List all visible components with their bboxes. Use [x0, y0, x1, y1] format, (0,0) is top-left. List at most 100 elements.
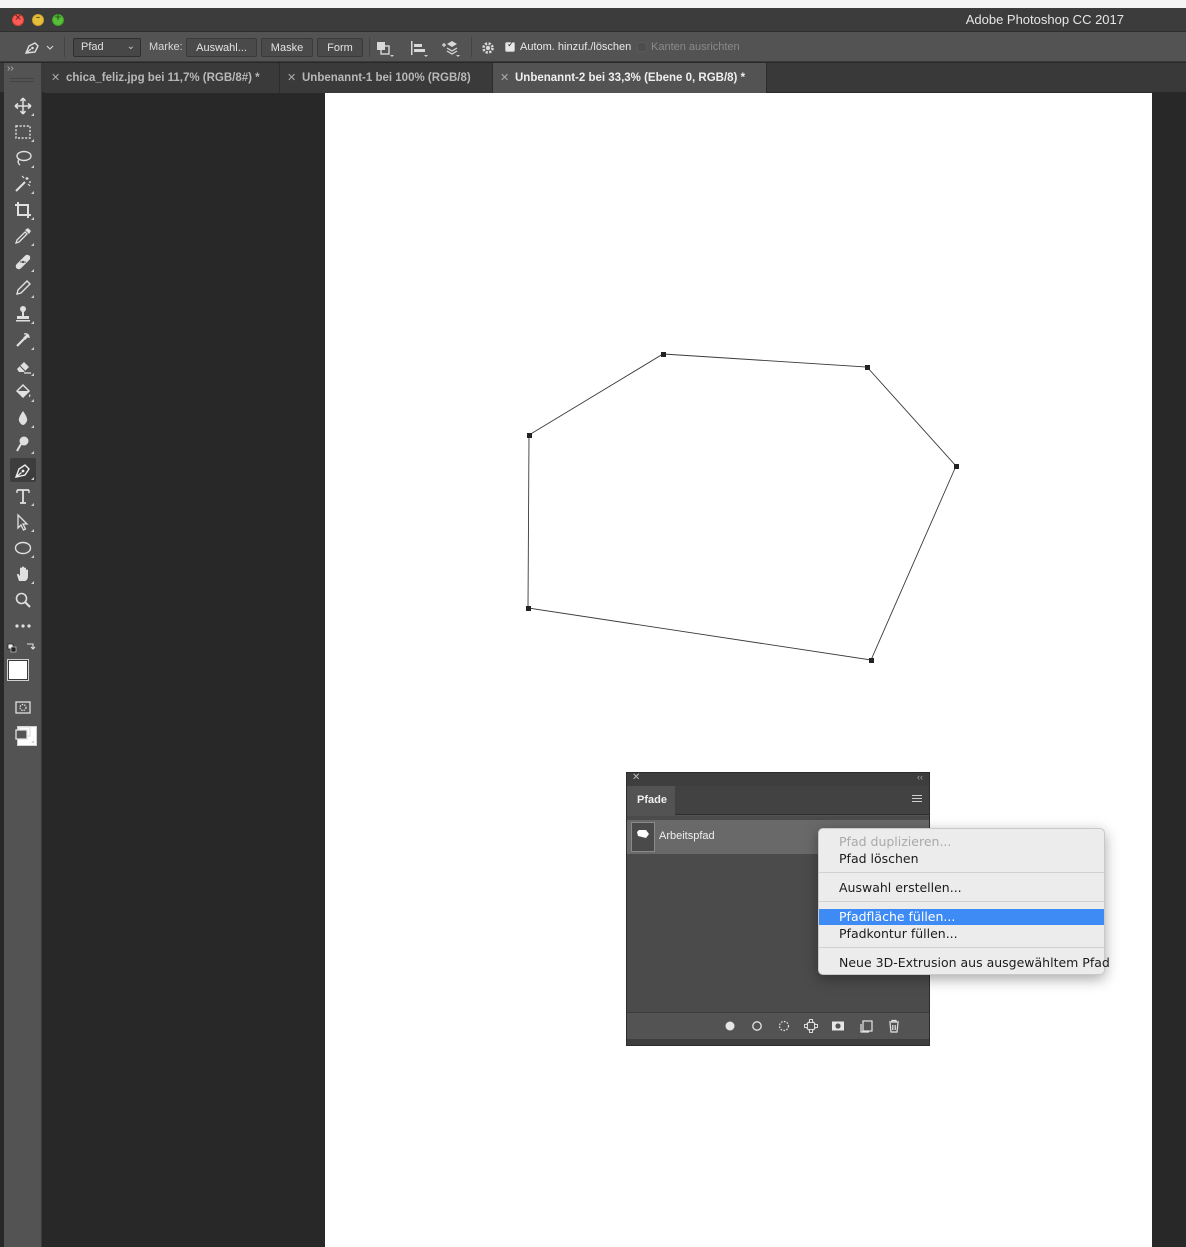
menu-item-fill-path[interactable]: Pfadfläche füllen... [819, 909, 1104, 925]
ellipse-tool[interactable] [10, 536, 36, 560]
tool-mode-select[interactable]: Pfad ⌄ [73, 38, 141, 57]
separator [471, 37, 472, 57]
panel-menu-icon[interactable] [912, 795, 922, 804]
bandage-icon [15, 254, 31, 270]
quick-mask-button[interactable] [10, 695, 36, 719]
separator [64, 37, 65, 57]
work-path-shape [526, 352, 959, 663]
history-brush-tool[interactable] [10, 328, 36, 352]
path-arrangement-button[interactable] [440, 38, 460, 58]
zoom-tool[interactable] [10, 588, 36, 612]
marquee-icon [15, 125, 31, 139]
magnifier-icon [15, 592, 31, 608]
anchor-point[interactable] [526, 606, 531, 611]
stroke-path-icon[interactable] [750, 1019, 764, 1033]
menu-item-stroke-path[interactable]: Pfadkontur füllen... [819, 926, 1104, 942]
quick-mask-icon [15, 701, 31, 714]
path-options-button[interactable] [479, 38, 499, 58]
panel-close-icon[interactable]: ✕ [632, 772, 640, 783]
make-work-path-icon[interactable] [804, 1019, 818, 1033]
menu-item-make-selection[interactable]: Auswahl erstellen... [819, 880, 1104, 896]
panel-resize-handle[interactable] [627, 1039, 929, 1045]
tab-unbenannt-1[interactable]: ✕ Unbenannt-1 bei 100% (RGB/8) [280, 63, 493, 93]
path-alignment-button[interactable] [408, 38, 428, 58]
tab-paths[interactable]: Pfade [627, 786, 675, 815]
panel-tab-bar: Pfade [627, 786, 929, 815]
pen-tool[interactable] [10, 458, 36, 482]
pen-icon [14, 464, 30, 478]
auto-add-delete-checkbox[interactable] [505, 40, 515, 52]
eraser-tool[interactable] [10, 354, 36, 378]
fill-path-icon[interactable] [723, 1019, 737, 1033]
brush-tool[interactable] [10, 276, 36, 300]
dodge-tool[interactable] [10, 432, 36, 456]
window-close-button[interactable]: × [12, 13, 24, 26]
workspace-margin [1152, 93, 1186, 1247]
auto-add-delete-label: Autom. hinzuf./löschen [520, 41, 632, 53]
ellipsis-icon [15, 624, 31, 628]
menu-separator [819, 872, 1104, 873]
tab-unbenannt-2[interactable]: ✕ Unbenannt-2 bei 33,3% (Ebene 0, RGB/8)… [493, 63, 767, 93]
path-selection-tool[interactable] [10, 510, 36, 534]
crop-tool[interactable] [10, 198, 36, 222]
anchor-point[interactable] [661, 352, 666, 357]
ellipse-icon [14, 541, 32, 555]
more-tools-button[interactable] [10, 614, 36, 638]
window-minimize-button[interactable]: – [32, 13, 44, 26]
panel-collapse-icon[interactable]: ‹‹ [917, 772, 923, 782]
trash-icon[interactable] [887, 1019, 901, 1033]
path-operations-button[interactable] [374, 38, 394, 58]
blur-tool[interactable] [10, 406, 36, 430]
pen-icon [24, 42, 54, 54]
droplet-icon [18, 411, 28, 425]
align-left-icon [411, 41, 428, 57]
path-operations-icon [377, 42, 394, 57]
clone-stamp-tool[interactable] [10, 302, 36, 326]
hand-icon [17, 566, 28, 581]
menu-separator [819, 901, 1104, 902]
hand-tool[interactable] [10, 562, 36, 586]
magic-wand-tool[interactable] [10, 172, 36, 196]
lasso-tool[interactable] [10, 146, 36, 170]
tab-chica-feliz[interactable]: ✕ chica_feliz.jpg bei 11,7% (RGB/8#) * [44, 63, 280, 93]
panel-title-bar[interactable]: ✕ ‹‹ [627, 772, 929, 786]
toolbar-grip[interactable] [10, 78, 34, 82]
tab-close-icon[interactable]: ✕ [51, 71, 60, 84]
collapse-panels-icon[interactable]: ›› [7, 63, 14, 74]
tab-label: Unbenannt-1 bei 100% (RGB/8) [302, 72, 471, 84]
anchor-point[interactable] [869, 658, 874, 663]
type-tool[interactable] [10, 484, 36, 508]
anchor-point[interactable] [527, 433, 532, 438]
make-shape-button[interactable]: Form [317, 38, 363, 57]
move-tool[interactable] [10, 94, 36, 118]
anchor-point[interactable] [865, 365, 870, 370]
anchor-point[interactable] [954, 464, 959, 469]
tool-preset-picker[interactable] [22, 38, 56, 56]
dodge-icon [16, 436, 29, 452]
add-mask-icon[interactable] [831, 1019, 845, 1033]
healing-brush-tool[interactable] [10, 250, 36, 274]
screen-mode-button[interactable] [10, 721, 36, 745]
make-mask-button[interactable]: Maske [261, 38, 313, 57]
tab-label: Unbenannt-2 bei 33,3% (Ebene 0, RGB/8) * [515, 72, 746, 84]
arrange-layers-icon [442, 41, 460, 57]
screen-mode-icon [15, 726, 31, 740]
paint-bucket-tool[interactable] [10, 380, 36, 404]
align-edges-checkbox[interactable] [637, 42, 647, 52]
crop-icon [15, 202, 31, 218]
marquee-tool[interactable] [10, 120, 36, 144]
load-selection-icon[interactable] [777, 1019, 791, 1033]
paint-bucket-icon [15, 383, 31, 399]
menu-item-delete-path[interactable]: Pfad löschen [819, 851, 1104, 867]
foreground-color-swatch[interactable] [7, 659, 29, 681]
context-menu: Pfad duplizieren... Pfad löschen Auswahl… [818, 828, 1110, 975]
window-maximize-button[interactable]: + [52, 13, 64, 26]
eyedropper-tool[interactable] [10, 224, 36, 248]
tab-close-icon[interactable]: ✕ [500, 71, 509, 84]
menu-item-3d-extrusion[interactable]: Neue 3D-Extrusion aus ausgewähltem Pfad [819, 955, 1110, 971]
new-path-icon[interactable] [860, 1019, 874, 1033]
tab-close-icon[interactable]: ✕ [287, 71, 296, 84]
make-selection-button[interactable]: Auswahl... [186, 38, 257, 57]
document-canvas[interactable] [325, 93, 1152, 1247]
path-name: Arbeitspfad [659, 830, 715, 842]
